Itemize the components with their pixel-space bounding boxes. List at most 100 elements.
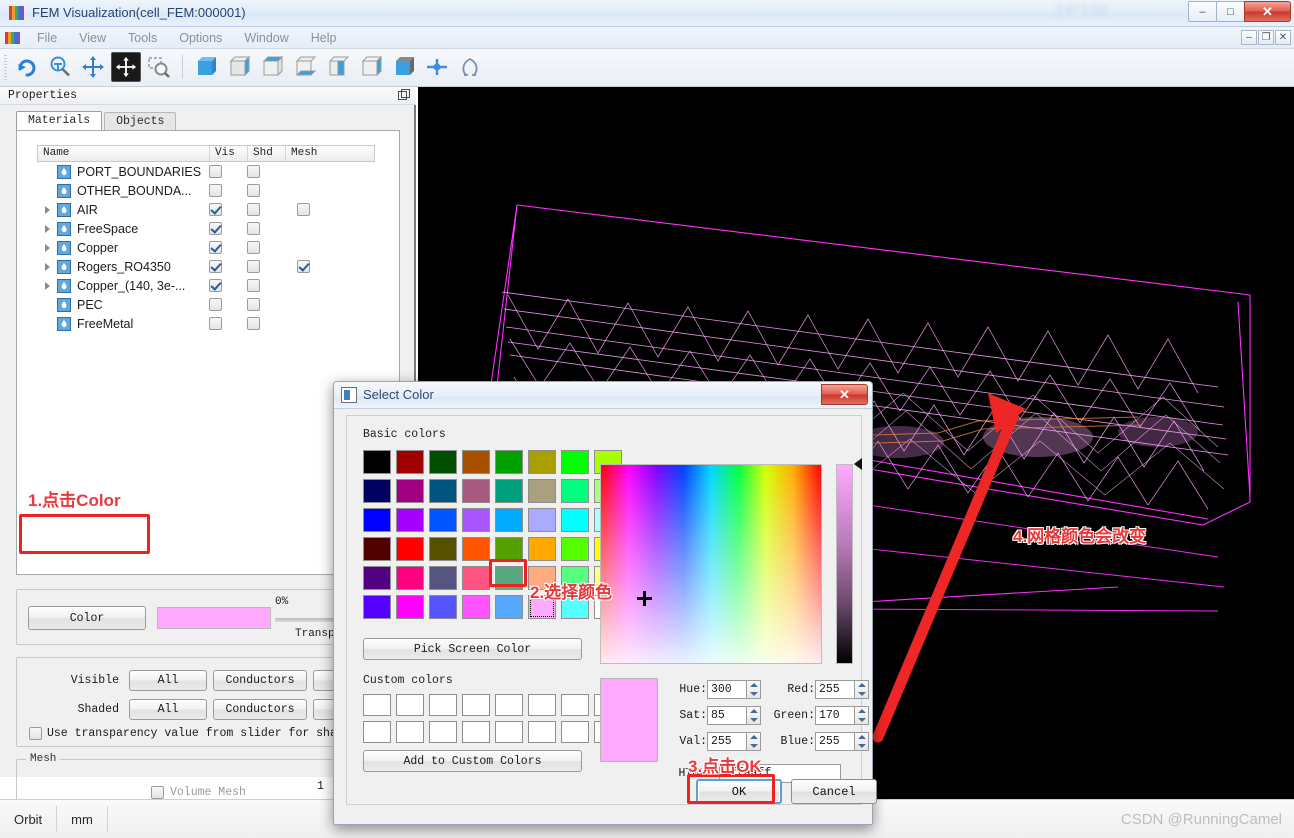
menu-file[interactable]: File — [26, 27, 68, 49]
expand-arrow-icon[interactable] — [37, 243, 57, 252]
mesh-checkbox[interactable] — [297, 203, 310, 216]
materials-tree[interactable]: Name Vis Shd Mesh PORT_BOUNDARIES OTHER_B… — [37, 145, 375, 333]
custom-color-swatch[interactable] — [429, 721, 457, 743]
hue-input[interactable] — [707, 680, 747, 699]
cell-vis[interactable] — [209, 222, 247, 235]
cell-shd[interactable] — [247, 279, 285, 292]
hue-spin-down-icon[interactable] — [749, 691, 758, 696]
custom-color-swatch[interactable] — [528, 694, 556, 716]
pan-active-icon[interactable] — [111, 52, 141, 82]
menu-options[interactable]: Options — [168, 27, 233, 49]
pick-screen-color-button[interactable]: Pick Screen Color — [363, 638, 582, 660]
basic-color-swatch[interactable] — [528, 537, 556, 561]
basic-color-swatch[interactable] — [462, 479, 490, 503]
vis-checkbox[interactable] — [209, 241, 222, 254]
cell-mesh[interactable] — [285, 203, 373, 216]
cell-vis[interactable] — [209, 260, 247, 273]
custom-color-swatch[interactable] — [495, 694, 523, 716]
vis-checkbox[interactable] — [209, 317, 222, 330]
cell-vis[interactable] — [209, 279, 247, 292]
tab-materials[interactable]: Materials — [16, 111, 103, 131]
mdi-minimize-button[interactable]: – — [1241, 30, 1257, 45]
sv-cursor-icon[interactable] — [637, 591, 652, 606]
green-spin-buttons[interactable] — [855, 706, 869, 725]
basic-color-swatch[interactable] — [429, 566, 457, 590]
shd-checkbox[interactable] — [247, 165, 260, 178]
expand-arrow-icon[interactable] — [37, 262, 57, 271]
view-back-icon[interactable] — [224, 52, 254, 82]
color-button[interactable]: Color — [28, 606, 146, 630]
basic-color-swatch[interactable] — [462, 450, 490, 474]
red-spin-buttons[interactable] — [855, 680, 869, 699]
hue-spin-up-icon[interactable] — [749, 683, 758, 688]
custom-color-swatch[interactable] — [528, 721, 556, 743]
visible-conductors-button[interactable]: Conductors — [213, 670, 307, 691]
basic-color-swatch[interactable] — [561, 479, 589, 503]
shd-checkbox[interactable] — [247, 298, 260, 311]
basic-color-swatch[interactable] — [462, 566, 490, 590]
maximize-button[interactable]: □ — [1216, 1, 1245, 22]
custom-color-swatch[interactable] — [462, 721, 490, 743]
val-spin-buttons[interactable] — [747, 732, 761, 751]
basic-color-swatch[interactable] — [363, 566, 391, 590]
mesh-checkbox[interactable] — [297, 260, 310, 273]
view-top-icon[interactable] — [257, 52, 287, 82]
custom-color-swatch[interactable] — [363, 694, 391, 716]
basic-color-swatch[interactable] — [462, 508, 490, 532]
menu-window[interactable]: Window — [233, 27, 299, 49]
volume-mesh-checkbox[interactable] — [151, 786, 164, 799]
shd-checkbox[interactable] — [247, 203, 260, 216]
shd-checkbox[interactable] — [247, 184, 260, 197]
custom-color-swatch[interactable] — [561, 694, 589, 716]
menu-view[interactable]: View — [68, 27, 117, 49]
blue-spin-up-icon[interactable] — [857, 735, 866, 740]
expand-arrow-icon[interactable] — [37, 224, 57, 233]
view-left-icon[interactable] — [323, 52, 353, 82]
basic-color-swatch[interactable] — [528, 479, 556, 503]
basic-color-swatch[interactable] — [363, 537, 391, 561]
red-spin-up-icon[interactable] — [857, 683, 866, 688]
sat-input[interactable] — [707, 706, 747, 725]
custom-color-swatch[interactable] — [561, 721, 589, 743]
basic-color-swatch[interactable] — [561, 537, 589, 561]
minimize-button[interactable]: – — [1188, 1, 1217, 22]
pan-icon[interactable] — [78, 52, 108, 82]
basic-color-swatch[interactable] — [528, 508, 556, 532]
shd-checkbox[interactable] — [247, 260, 260, 273]
vis-checkbox[interactable] — [209, 203, 222, 216]
basic-color-swatch[interactable] — [495, 450, 523, 474]
view-iso-icon[interactable] — [389, 52, 419, 82]
blue-spinner[interactable] — [815, 732, 869, 751]
vis-checkbox[interactable] — [209, 279, 222, 292]
shd-checkbox[interactable] — [247, 279, 260, 292]
basic-color-swatch[interactable] — [429, 508, 457, 532]
val-spinner[interactable] — [707, 732, 761, 751]
menu-tools[interactable]: Tools — [117, 27, 168, 49]
volume-mesh-row[interactable]: Volume Mesh — [151, 786, 246, 799]
close-button[interactable]: ✕ — [1244, 1, 1291, 22]
basic-color-swatch[interactable] — [396, 450, 424, 474]
zoom-region-icon[interactable] — [144, 52, 174, 82]
cell-vis[interactable] — [209, 165, 247, 178]
expand-arrow-icon[interactable] — [37, 205, 57, 214]
hue-spin-buttons[interactable] — [747, 680, 761, 699]
shaded-all-button[interactable]: All — [129, 699, 207, 720]
sat-spin-down-icon[interactable] — [749, 717, 758, 722]
view-right-icon[interactable] — [356, 52, 386, 82]
shd-checkbox[interactable] — [247, 241, 260, 254]
green-spin-up-icon[interactable] — [857, 709, 866, 714]
custom-color-swatch[interactable] — [462, 694, 490, 716]
custom-colors-grid[interactable] — [363, 694, 622, 743]
use-transparency-checkbox[interactable] — [29, 727, 42, 740]
basic-color-swatch[interactable] — [528, 450, 556, 474]
green-spinner[interactable] — [815, 706, 869, 725]
red-spinner[interactable] — [815, 680, 869, 699]
basic-color-swatch[interactable] — [429, 450, 457, 474]
basic-color-swatch[interactable] — [396, 566, 424, 590]
table-row[interactable]: Copper_(140, 3e-... — [37, 276, 375, 295]
rotate-icon[interactable] — [12, 52, 42, 82]
cell-shd[interactable] — [247, 203, 285, 216]
cell-vis[interactable] — [209, 317, 247, 330]
undock-icon[interactable] — [398, 89, 410, 101]
cell-shd[interactable] — [247, 184, 285, 197]
